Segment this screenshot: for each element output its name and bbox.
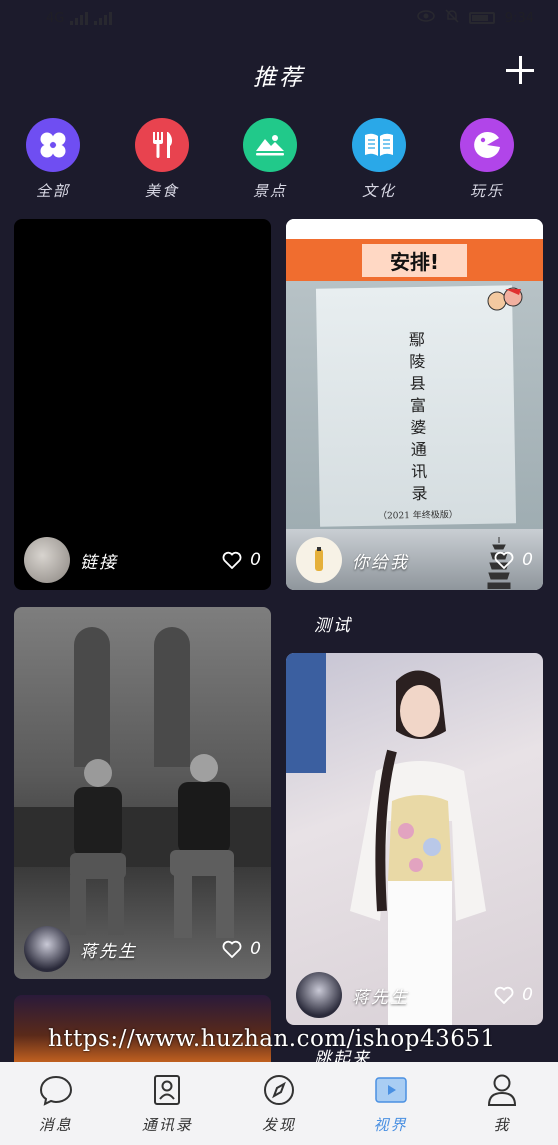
like-count: 0	[522, 985, 533, 1005]
cartoon-sticker	[485, 285, 525, 315]
header: 推荐	[0, 50, 558, 100]
feed-card[interactable]: 蒋先生 0	[14, 607, 271, 979]
tab-bar: 消息 通讯录 发现 视界 我	[0, 1062, 558, 1145]
like-button[interactable]: 0	[222, 939, 261, 959]
feed-card[interactable]: 链接 0	[14, 219, 271, 590]
tab-vision[interactable]: 视界	[335, 1062, 447, 1145]
author-name: 蒋先生	[80, 941, 137, 962]
photo-wall-art	[286, 653, 326, 773]
play-video-icon	[373, 1072, 409, 1108]
tab-messages[interactable]: 消息	[0, 1062, 112, 1145]
compass-icon	[261, 1072, 297, 1108]
author-name: 链接	[80, 552, 118, 573]
clover-icon	[26, 118, 80, 172]
category-bar: 全部 美食 景点 文化 玩乐	[0, 118, 558, 208]
poster-banner-text: 安排!	[361, 243, 468, 277]
poster-photo: 鄢陵县富婆通讯录 （2021 年终极版）	[286, 281, 543, 529]
fork-knife-icon	[135, 118, 189, 172]
landscape-icon	[243, 118, 297, 172]
tab-label: 视界	[373, 1116, 408, 1134]
heart-icon	[494, 551, 514, 569]
poster-top-strip	[286, 219, 543, 239]
photo-window	[154, 627, 190, 767]
tab-contacts[interactable]: 通讯录	[112, 1062, 224, 1145]
category-label: 玩乐	[469, 182, 504, 200]
heart-icon	[222, 551, 242, 569]
like-button[interactable]: 0	[494, 550, 533, 570]
battery-icon	[468, 12, 495, 24]
author-name: 你给我	[352, 552, 409, 573]
signal-icon	[70, 11, 89, 25]
network-label: 4G	[46, 10, 65, 26]
feed-card[interactable]: 蒋先生 0	[286, 653, 543, 1025]
tab-label: 消息	[38, 1116, 73, 1134]
category-label: 文化	[361, 182, 396, 200]
card-footer: 链接 0	[14, 530, 271, 590]
like-count: 0	[522, 550, 533, 570]
avatar[interactable]	[24, 926, 70, 972]
category-label: 全部	[35, 182, 70, 200]
category-all[interactable]: 全部	[13, 118, 93, 201]
card-footer: 你给我 0	[286, 530, 543, 590]
tab-me[interactable]: 我	[446, 1062, 558, 1145]
chat-bubble-icon	[38, 1072, 74, 1108]
category-fun[interactable]: 玩乐	[447, 118, 527, 201]
photo-person	[62, 757, 132, 937]
card-footer: 蒋先生 0	[14, 919, 271, 979]
status-bar: 4G 9:34	[0, 0, 558, 36]
watermark-text: https://www.huzhan.com/ishop43651	[48, 1026, 496, 1052]
photo-window	[74, 627, 110, 767]
page-title: 推荐	[253, 65, 305, 91]
card-caption: 测试	[314, 616, 352, 636]
avatar[interactable]	[296, 537, 342, 583]
category-culture[interactable]: 文化	[339, 118, 419, 201]
clock: 9:34	[504, 10, 534, 26]
like-count: 0	[250, 939, 261, 959]
heart-icon	[222, 940, 242, 958]
book-icon	[352, 118, 406, 172]
eye-icon	[417, 10, 435, 26]
avatar[interactable]	[296, 972, 342, 1018]
booklet-title: 鄢陵县富婆通讯录	[405, 330, 428, 508]
contact-card-icon	[149, 1072, 185, 1108]
booklet-edition: （2021 年终极版）	[377, 510, 458, 522]
like-button[interactable]: 0	[494, 985, 533, 1005]
category-sights[interactable]: 景点	[230, 118, 310, 201]
heart-icon	[494, 986, 514, 1004]
signal-icon-2	[94, 11, 113, 25]
author-name: 蒋先生	[352, 987, 409, 1008]
tab-label: 我	[493, 1116, 511, 1134]
mute-icon	[445, 9, 459, 27]
category-label: 美食	[144, 182, 179, 200]
tab-discover[interactable]: 发现	[223, 1062, 335, 1145]
avatar[interactable]	[24, 537, 70, 583]
booklet: 鄢陵县富婆通讯录 （2021 年终极版）	[315, 285, 517, 527]
category-food[interactable]: 美食	[122, 118, 202, 201]
photo-person	[164, 752, 244, 942]
feed-card[interactable]: 安排! 鄢陵县富婆通讯录 （2021 年终极版） 你给我 0	[286, 219, 543, 590]
plus-icon[interactable]	[506, 56, 534, 84]
game-face-icon	[460, 118, 514, 172]
category-label: 景点	[252, 182, 287, 200]
poster-banner: 安排!	[286, 239, 543, 281]
tab-label: 发现	[261, 1116, 296, 1134]
tab-label: 通讯录	[141, 1116, 193, 1134]
like-button[interactable]: 0	[222, 550, 261, 570]
card-footer: 蒋先生 0	[286, 965, 543, 1025]
like-count: 0	[250, 550, 261, 570]
person-icon	[484, 1072, 520, 1108]
